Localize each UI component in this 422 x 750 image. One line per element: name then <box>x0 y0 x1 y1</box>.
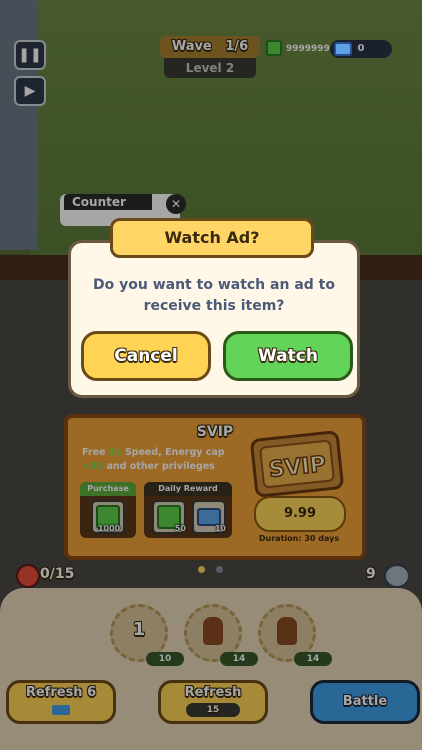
watch-ad-dialog: Do you want to watch an ad to receive th… <box>68 240 360 398</box>
ticket-icon <box>334 42 352 56</box>
dialog-title: Watch Ad? <box>110 218 314 258</box>
dialog-message: Do you want to watch an ad to receive th… <box>93 277 335 314</box>
cancel-button[interactable]: Cancel <box>81 331 211 381</box>
watch-button[interactable]: Watch <box>223 331 353 381</box>
